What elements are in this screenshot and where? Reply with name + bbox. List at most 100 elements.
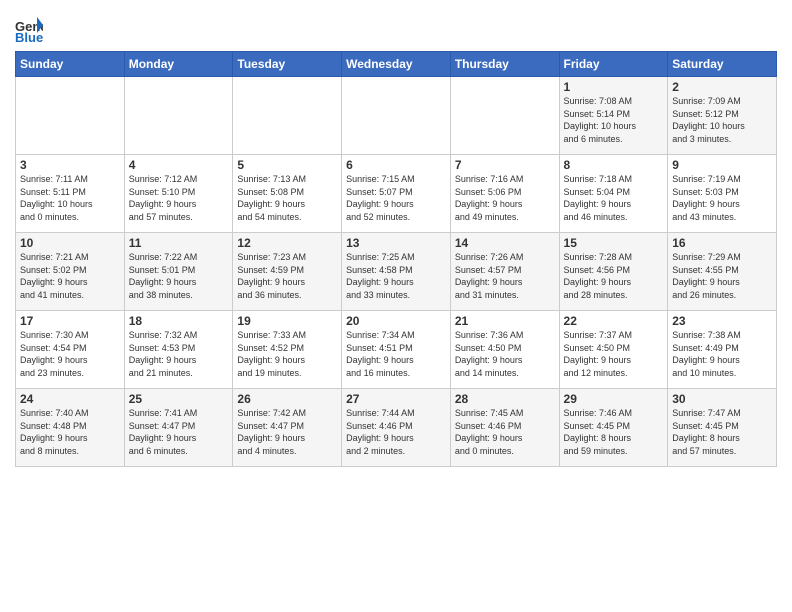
weekday-header: Wednesday xyxy=(342,52,451,77)
day-info: Sunrise: 7:18 AM Sunset: 5:04 PM Dayligh… xyxy=(564,173,664,223)
day-number: 25 xyxy=(129,392,229,406)
calendar-cell: 22Sunrise: 7:37 AM Sunset: 4:50 PM Dayli… xyxy=(559,311,668,389)
day-info: Sunrise: 7:41 AM Sunset: 4:47 PM Dayligh… xyxy=(129,407,229,457)
calendar-cell: 12Sunrise: 7:23 AM Sunset: 4:59 PM Dayli… xyxy=(233,233,342,311)
day-info: Sunrise: 7:08 AM Sunset: 5:14 PM Dayligh… xyxy=(564,95,664,145)
calendar-week-row: 17Sunrise: 7:30 AM Sunset: 4:54 PM Dayli… xyxy=(16,311,777,389)
calendar-cell: 17Sunrise: 7:30 AM Sunset: 4:54 PM Dayli… xyxy=(16,311,125,389)
calendar-cell: 23Sunrise: 7:38 AM Sunset: 4:49 PM Dayli… xyxy=(668,311,777,389)
day-number: 7 xyxy=(455,158,555,172)
day-info: Sunrise: 7:33 AM Sunset: 4:52 PM Dayligh… xyxy=(237,329,337,379)
day-info: Sunrise: 7:16 AM Sunset: 5:06 PM Dayligh… xyxy=(455,173,555,223)
calendar-cell: 11Sunrise: 7:22 AM Sunset: 5:01 PM Dayli… xyxy=(124,233,233,311)
day-number: 2 xyxy=(672,80,772,94)
calendar-cell: 13Sunrise: 7:25 AM Sunset: 4:58 PM Dayli… xyxy=(342,233,451,311)
calendar-cell xyxy=(124,77,233,155)
day-number: 19 xyxy=(237,314,337,328)
day-info: Sunrise: 7:45 AM Sunset: 4:46 PM Dayligh… xyxy=(455,407,555,457)
calendar-body: 1Sunrise: 7:08 AM Sunset: 5:14 PM Daylig… xyxy=(16,77,777,467)
day-number: 3 xyxy=(20,158,120,172)
calendar-cell: 29Sunrise: 7:46 AM Sunset: 4:45 PM Dayli… xyxy=(559,389,668,467)
calendar-cell: 24Sunrise: 7:40 AM Sunset: 4:48 PM Dayli… xyxy=(16,389,125,467)
day-info: Sunrise: 7:42 AM Sunset: 4:47 PM Dayligh… xyxy=(237,407,337,457)
day-info: Sunrise: 7:13 AM Sunset: 5:08 PM Dayligh… xyxy=(237,173,337,223)
calendar-cell: 3Sunrise: 7:11 AM Sunset: 5:11 PM Daylig… xyxy=(16,155,125,233)
calendar-cell: 10Sunrise: 7:21 AM Sunset: 5:02 PM Dayli… xyxy=(16,233,125,311)
day-info: Sunrise: 7:23 AM Sunset: 4:59 PM Dayligh… xyxy=(237,251,337,301)
calendar-table: SundayMondayTuesdayWednesdayThursdayFrid… xyxy=(15,51,777,467)
page-container: General Blue SundayMondayTuesdayWednesda… xyxy=(0,0,792,477)
day-number: 6 xyxy=(346,158,446,172)
day-info: Sunrise: 7:36 AM Sunset: 4:50 PM Dayligh… xyxy=(455,329,555,379)
weekday-header: Saturday xyxy=(668,52,777,77)
calendar-cell xyxy=(233,77,342,155)
day-number: 4 xyxy=(129,158,229,172)
day-info: Sunrise: 7:46 AM Sunset: 4:45 PM Dayligh… xyxy=(564,407,664,457)
calendar-cell: 19Sunrise: 7:33 AM Sunset: 4:52 PM Dayli… xyxy=(233,311,342,389)
day-number: 20 xyxy=(346,314,446,328)
day-info: Sunrise: 7:29 AM Sunset: 4:55 PM Dayligh… xyxy=(672,251,772,301)
day-info: Sunrise: 7:38 AM Sunset: 4:49 PM Dayligh… xyxy=(672,329,772,379)
logo-icon: General Blue xyxy=(15,15,43,43)
calendar-cell: 30Sunrise: 7:47 AM Sunset: 4:45 PM Dayli… xyxy=(668,389,777,467)
calendar-cell: 16Sunrise: 7:29 AM Sunset: 4:55 PM Dayli… xyxy=(668,233,777,311)
weekday-header: Monday xyxy=(124,52,233,77)
day-number: 27 xyxy=(346,392,446,406)
day-info: Sunrise: 7:11 AM Sunset: 5:11 PM Dayligh… xyxy=(20,173,120,223)
calendar-cell: 4Sunrise: 7:12 AM Sunset: 5:10 PM Daylig… xyxy=(124,155,233,233)
calendar-header-row: SundayMondayTuesdayWednesdayThursdayFrid… xyxy=(16,52,777,77)
day-number: 5 xyxy=(237,158,337,172)
day-number: 12 xyxy=(237,236,337,250)
day-info: Sunrise: 7:21 AM Sunset: 5:02 PM Dayligh… xyxy=(20,251,120,301)
svg-text:Blue: Blue xyxy=(15,30,43,43)
calendar-cell: 9Sunrise: 7:19 AM Sunset: 5:03 PM Daylig… xyxy=(668,155,777,233)
day-info: Sunrise: 7:09 AM Sunset: 5:12 PM Dayligh… xyxy=(672,95,772,145)
day-info: Sunrise: 7:12 AM Sunset: 5:10 PM Dayligh… xyxy=(129,173,229,223)
calendar-cell: 26Sunrise: 7:42 AM Sunset: 4:47 PM Dayli… xyxy=(233,389,342,467)
day-number: 26 xyxy=(237,392,337,406)
calendar-cell: 27Sunrise: 7:44 AM Sunset: 4:46 PM Dayli… xyxy=(342,389,451,467)
day-info: Sunrise: 7:28 AM Sunset: 4:56 PM Dayligh… xyxy=(564,251,664,301)
calendar-cell: 2Sunrise: 7:09 AM Sunset: 5:12 PM Daylig… xyxy=(668,77,777,155)
weekday-header: Thursday xyxy=(450,52,559,77)
calendar-cell: 7Sunrise: 7:16 AM Sunset: 5:06 PM Daylig… xyxy=(450,155,559,233)
day-number: 9 xyxy=(672,158,772,172)
weekday-header: Tuesday xyxy=(233,52,342,77)
day-info: Sunrise: 7:40 AM Sunset: 4:48 PM Dayligh… xyxy=(20,407,120,457)
day-number: 18 xyxy=(129,314,229,328)
calendar-cell: 28Sunrise: 7:45 AM Sunset: 4:46 PM Dayli… xyxy=(450,389,559,467)
day-number: 1 xyxy=(564,80,664,94)
logo: General Blue xyxy=(15,15,47,43)
calendar-cell: 18Sunrise: 7:32 AM Sunset: 4:53 PM Dayli… xyxy=(124,311,233,389)
day-info: Sunrise: 7:44 AM Sunset: 4:46 PM Dayligh… xyxy=(346,407,446,457)
weekday-header: Friday xyxy=(559,52,668,77)
day-info: Sunrise: 7:15 AM Sunset: 5:07 PM Dayligh… xyxy=(346,173,446,223)
calendar-cell: 25Sunrise: 7:41 AM Sunset: 4:47 PM Dayli… xyxy=(124,389,233,467)
day-number: 29 xyxy=(564,392,664,406)
day-info: Sunrise: 7:37 AM Sunset: 4:50 PM Dayligh… xyxy=(564,329,664,379)
calendar-cell: 20Sunrise: 7:34 AM Sunset: 4:51 PM Dayli… xyxy=(342,311,451,389)
calendar-week-row: 10Sunrise: 7:21 AM Sunset: 5:02 PM Dayli… xyxy=(16,233,777,311)
calendar-cell xyxy=(450,77,559,155)
calendar-cell: 15Sunrise: 7:28 AM Sunset: 4:56 PM Dayli… xyxy=(559,233,668,311)
calendar-cell: 6Sunrise: 7:15 AM Sunset: 5:07 PM Daylig… xyxy=(342,155,451,233)
calendar-week-row: 24Sunrise: 7:40 AM Sunset: 4:48 PM Dayli… xyxy=(16,389,777,467)
day-info: Sunrise: 7:30 AM Sunset: 4:54 PM Dayligh… xyxy=(20,329,120,379)
day-number: 24 xyxy=(20,392,120,406)
day-number: 11 xyxy=(129,236,229,250)
calendar-cell xyxy=(16,77,125,155)
day-number: 15 xyxy=(564,236,664,250)
calendar-cell: 14Sunrise: 7:26 AM Sunset: 4:57 PM Dayli… xyxy=(450,233,559,311)
day-info: Sunrise: 7:34 AM Sunset: 4:51 PM Dayligh… xyxy=(346,329,446,379)
day-number: 23 xyxy=(672,314,772,328)
day-info: Sunrise: 7:25 AM Sunset: 4:58 PM Dayligh… xyxy=(346,251,446,301)
calendar-week-row: 3Sunrise: 7:11 AM Sunset: 5:11 PM Daylig… xyxy=(16,155,777,233)
day-number: 10 xyxy=(20,236,120,250)
day-number: 16 xyxy=(672,236,772,250)
calendar-week-row: 1Sunrise: 7:08 AM Sunset: 5:14 PM Daylig… xyxy=(16,77,777,155)
day-number: 21 xyxy=(455,314,555,328)
day-number: 14 xyxy=(455,236,555,250)
calendar-cell: 1Sunrise: 7:08 AM Sunset: 5:14 PM Daylig… xyxy=(559,77,668,155)
calendar-cell: 21Sunrise: 7:36 AM Sunset: 4:50 PM Dayli… xyxy=(450,311,559,389)
day-number: 8 xyxy=(564,158,664,172)
